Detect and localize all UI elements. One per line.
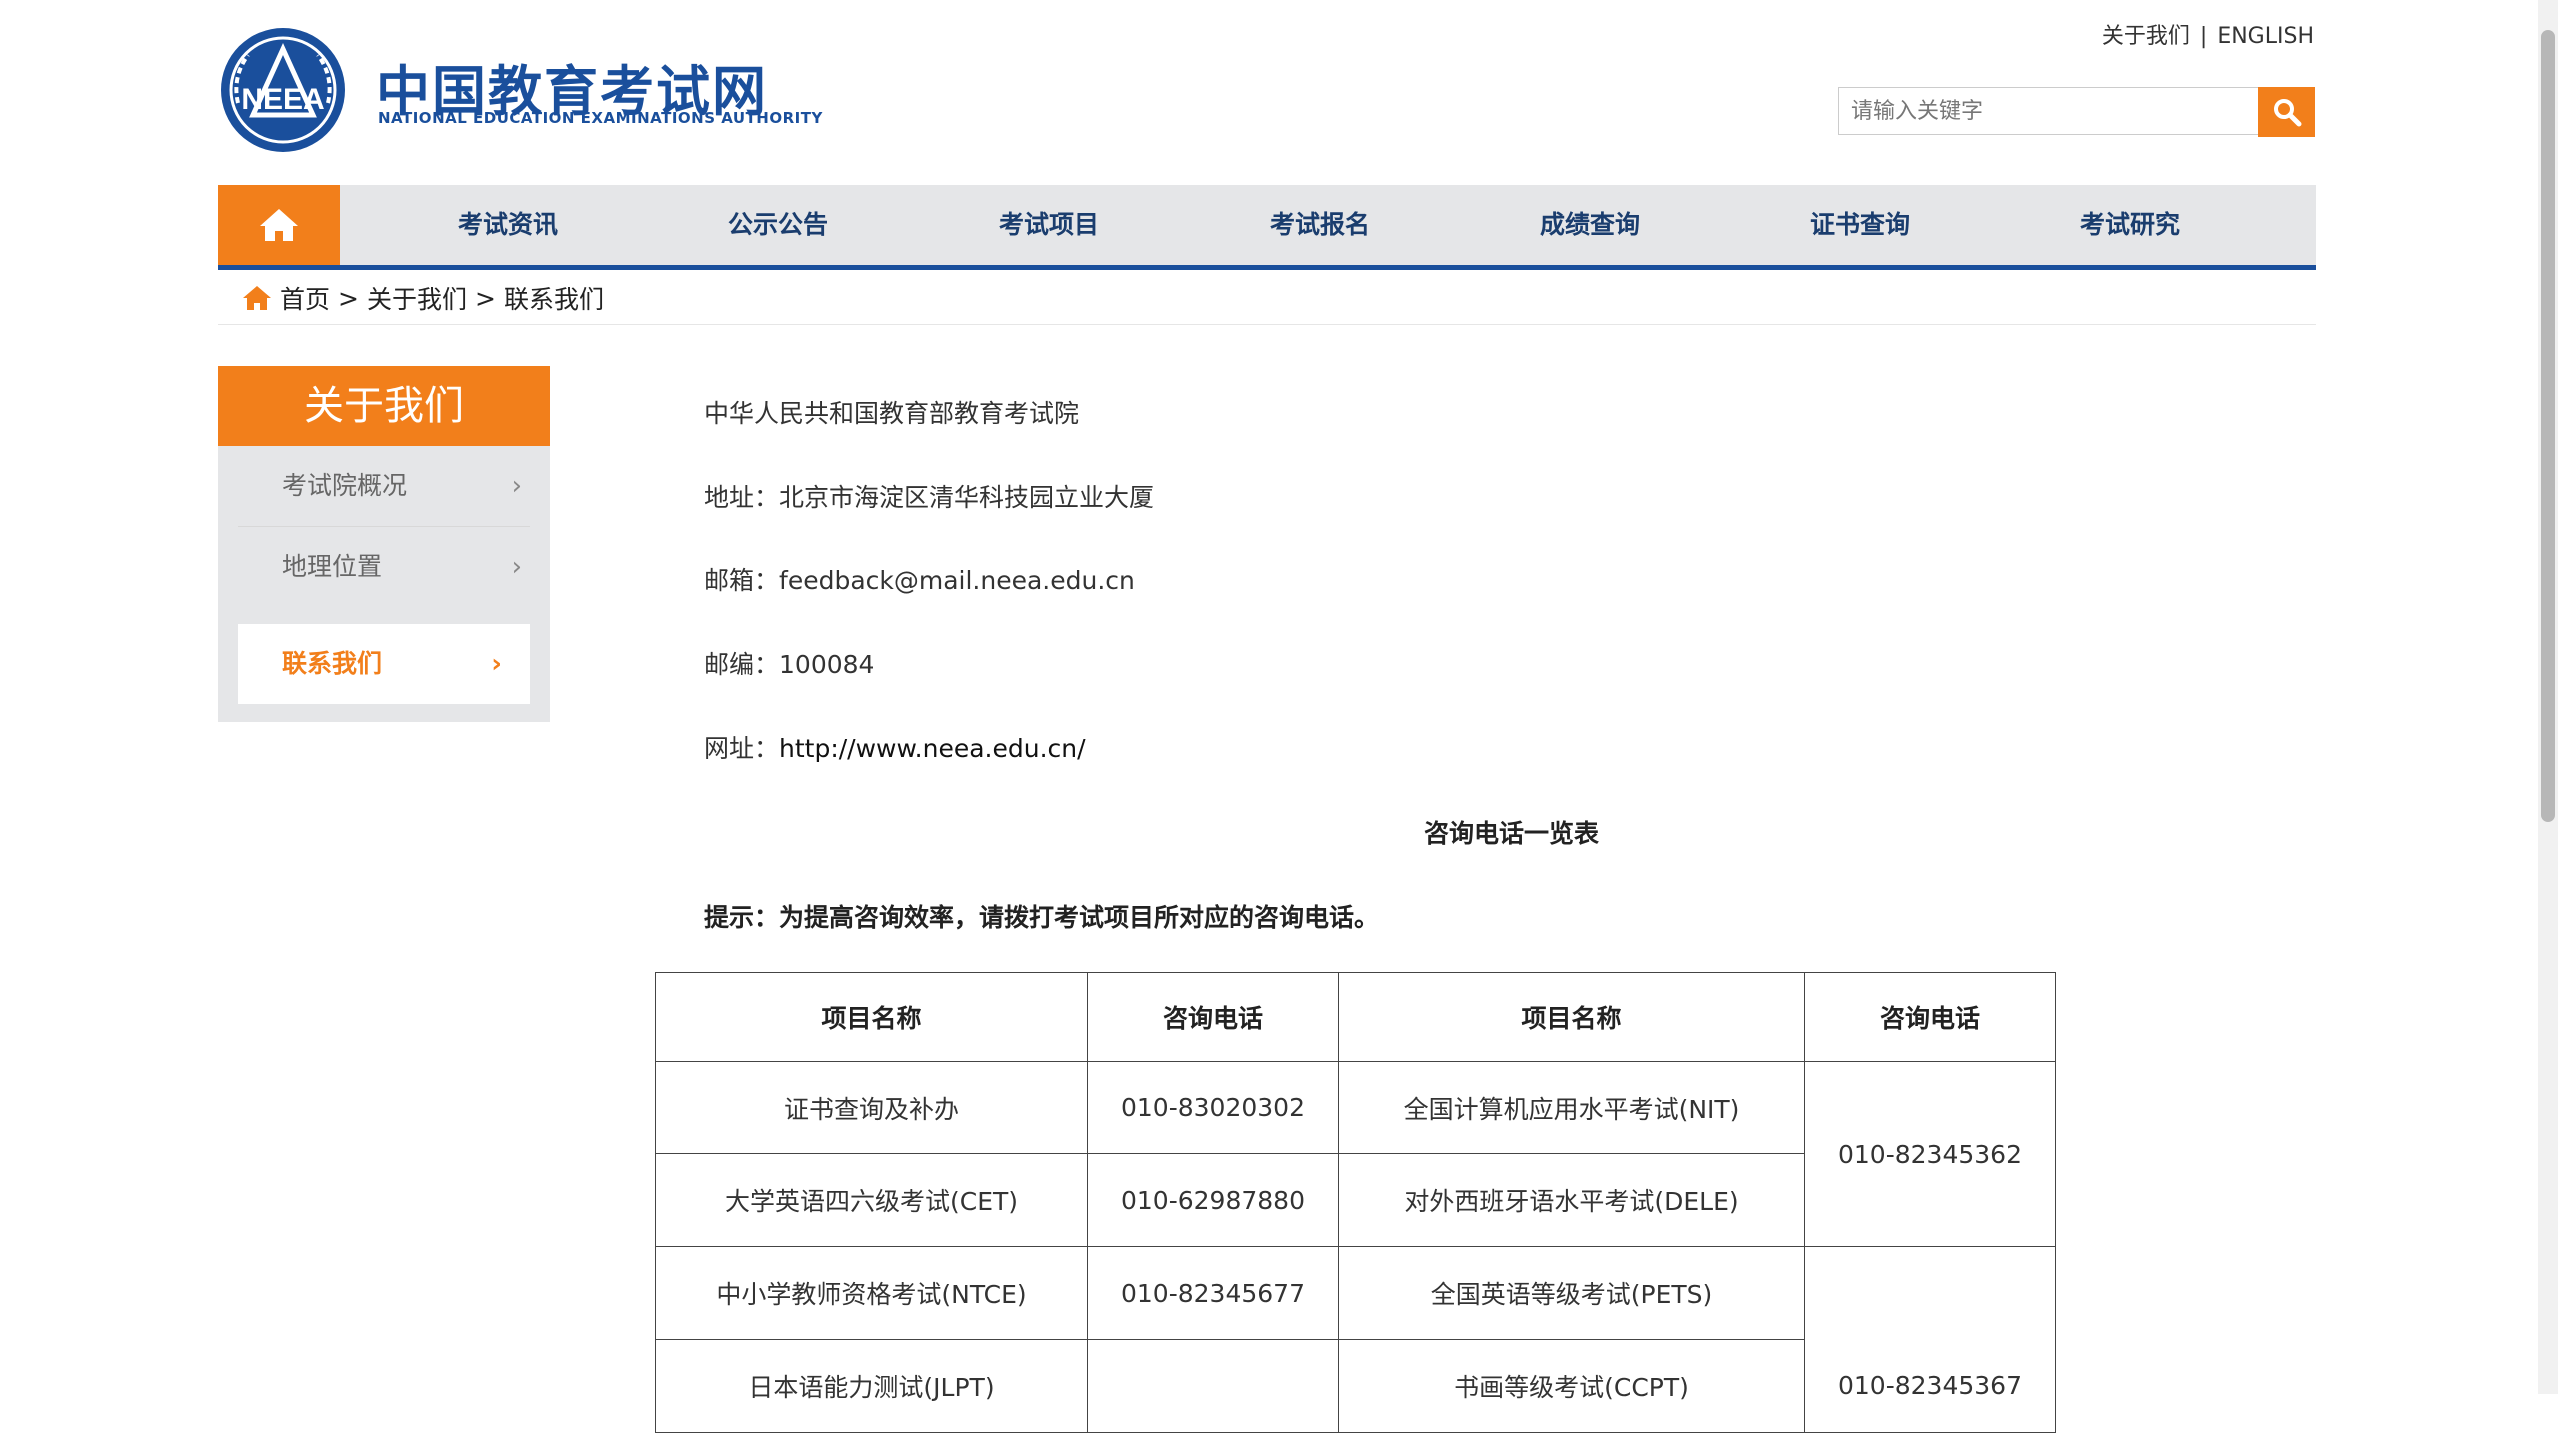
about-us-link[interactable]: 关于我们 [2102,24,2190,49]
email-value[interactable]: feedback@mail.neea.edu.cn [779,566,1135,595]
breadcrumb-separator: > [474,283,496,313]
org-name: 中华人民共和国教育部教育考试院 [704,399,1080,428]
table-cell: 中小学教师资格考试(NTCE) [655,1246,1088,1340]
nav-item-exam-programs[interactable]: 考试项目 [999,185,1099,265]
breadcrumb-contact-us[interactable]: 联系我们 [504,280,604,316]
chevron-right-icon: › [511,552,522,582]
breadcrumb: 首页 > 关于我们 > 联系我们 [242,280,604,316]
sidebar-item-label: 考试院概况 [282,471,408,500]
table-cell: 书画等级考试(CCPT) [1338,1339,1805,1433]
website-link[interactable]: http://www.neea.edu.cn/ [779,734,1086,763]
address-label: 地址： [704,483,780,512]
table-cell: 010-83020302 [1087,1061,1339,1154]
table-cell [1087,1339,1339,1433]
phone-table: 项目名称 咨询电话 项目名称 咨询电话 证书查询及补办 010-83020302… [655,972,2056,1433]
table-cell: 日本语能力测试(JLPT) [655,1339,1088,1433]
table-cell: 证书查询及补办 [655,1061,1088,1154]
nav-item-score-query[interactable]: 成绩查询 [1540,185,1640,265]
breadcrumb-separator: > [338,283,359,313]
sidebar-item-location[interactable]: 地理位置 › [218,527,550,607]
search-box [1838,87,2314,135]
address-line: 地址：北京市海淀区清华科技园立业大厦 [704,478,1154,514]
postcode-line: 邮编：100084 [704,645,874,681]
search-icon [2273,99,2301,127]
table-cell: 全国计算机应用水平考试(NIT) [1338,1061,1805,1154]
breadcrumb-home[interactable]: 首页 [280,280,330,316]
table-header: 项目名称 [1338,972,1805,1062]
nav-item-exam-news[interactable]: 考试资讯 [458,185,558,265]
nav-item-announcements[interactable]: 公示公告 [728,185,828,265]
table-header: 咨询电话 [1087,972,1339,1062]
chevron-right-icon: › [491,649,502,679]
top-links: 关于我们 | ENGLISH [2102,18,2314,50]
table-cell: 010-62987880 [1087,1153,1339,1247]
table-header: 项目名称 [655,972,1088,1062]
merged-phone-value: 010-82345367 [1838,1371,2022,1400]
sidebar-item-label: 地理位置 [282,552,383,581]
breadcrumb-about-us[interactable]: 关于我们 [367,280,467,316]
top-links-separator: | [2199,24,2208,49]
postcode-value: 100084 [779,650,875,679]
email-line: 邮箱：feedback@mail.neea.edu.cn [704,561,1135,597]
emblem-text: NEEA [241,83,324,116]
main-nav: 考试资讯 公示公告 考试项目 考试报名 成绩查询 证书查询 考试研究 [218,185,2316,270]
sidebar-title: 关于我们 [218,366,550,446]
table-cell: 全国英语等级考试(PETS) [1338,1246,1805,1340]
english-link[interactable]: ENGLISH [2217,24,2314,49]
neea-emblem-icon: NEEA [221,28,345,152]
table-header-row: 项目名称 咨询电话 项目名称 咨询电话 [655,972,2056,1062]
email-label: 邮箱： [704,566,780,595]
nav-item-certificate-query[interactable]: 证书查询 [1810,185,1910,265]
table-cell: 010-82345362 [1804,1061,2056,1247]
table-title: 咨询电话一览表 [1424,819,1600,848]
table-header: 咨询电话 [1804,972,2056,1062]
home-icon [243,286,271,310]
search-input[interactable] [1839,88,2313,134]
nav-item-registration[interactable]: 考试报名 [1270,185,1370,265]
sidebar-item-overview[interactable]: 考试院概况 › [218,446,550,526]
sidebar-item-label: 联系我们 [282,649,383,678]
website-line: 网址：http://www.neea.edu.cn/ [704,729,1086,765]
sidebar-menu: 考试院概况 › 地理位置 › 联系我们 › [218,446,550,722]
table-cell: 010-82345367 [1804,1246,2056,1433]
table-cell: 大学英语四六级考试(CET) [655,1153,1088,1247]
search-button[interactable] [2258,87,2315,137]
postcode-label: 邮编： [704,650,780,679]
home-icon [260,209,298,241]
table-cell: 对外西班牙语水平考试(DELE) [1338,1153,1805,1247]
tip-text: 提示：为提高咨询效率，请拨打考试项目所对应的咨询电话。 [704,903,1380,932]
table-row: 中小学教师资格考试(NTCE) 010-82345677 全国英语等级考试(PE… [655,1246,2056,1433]
nav-item-exam-research[interactable]: 考试研究 [2080,185,2180,265]
address-value: 北京市海淀区清华科技园立业大厦 [779,483,1155,512]
breadcrumb-divider [218,324,2316,325]
sidebar-item-contact-us[interactable]: 联系我们 › [238,624,530,704]
site-logo[interactable]: NEEA 中国教育考试网 NATIONAL EDUCATION EXAMINAT… [218,25,822,155]
chevron-right-icon: › [511,471,522,501]
website-label: 网址： [704,734,780,763]
nav-home-button[interactable] [218,185,340,265]
logo-subtitle: NATIONAL EDUCATION EXAMINATIONS AUTHORIT… [378,109,823,127]
scrollbar-thumb[interactable] [2541,30,2555,822]
table-row: 证书查询及补办 010-83020302 全国计算机应用水平考试(NIT) 01… [655,1061,2056,1247]
table-cell: 010-82345677 [1087,1246,1339,1340]
